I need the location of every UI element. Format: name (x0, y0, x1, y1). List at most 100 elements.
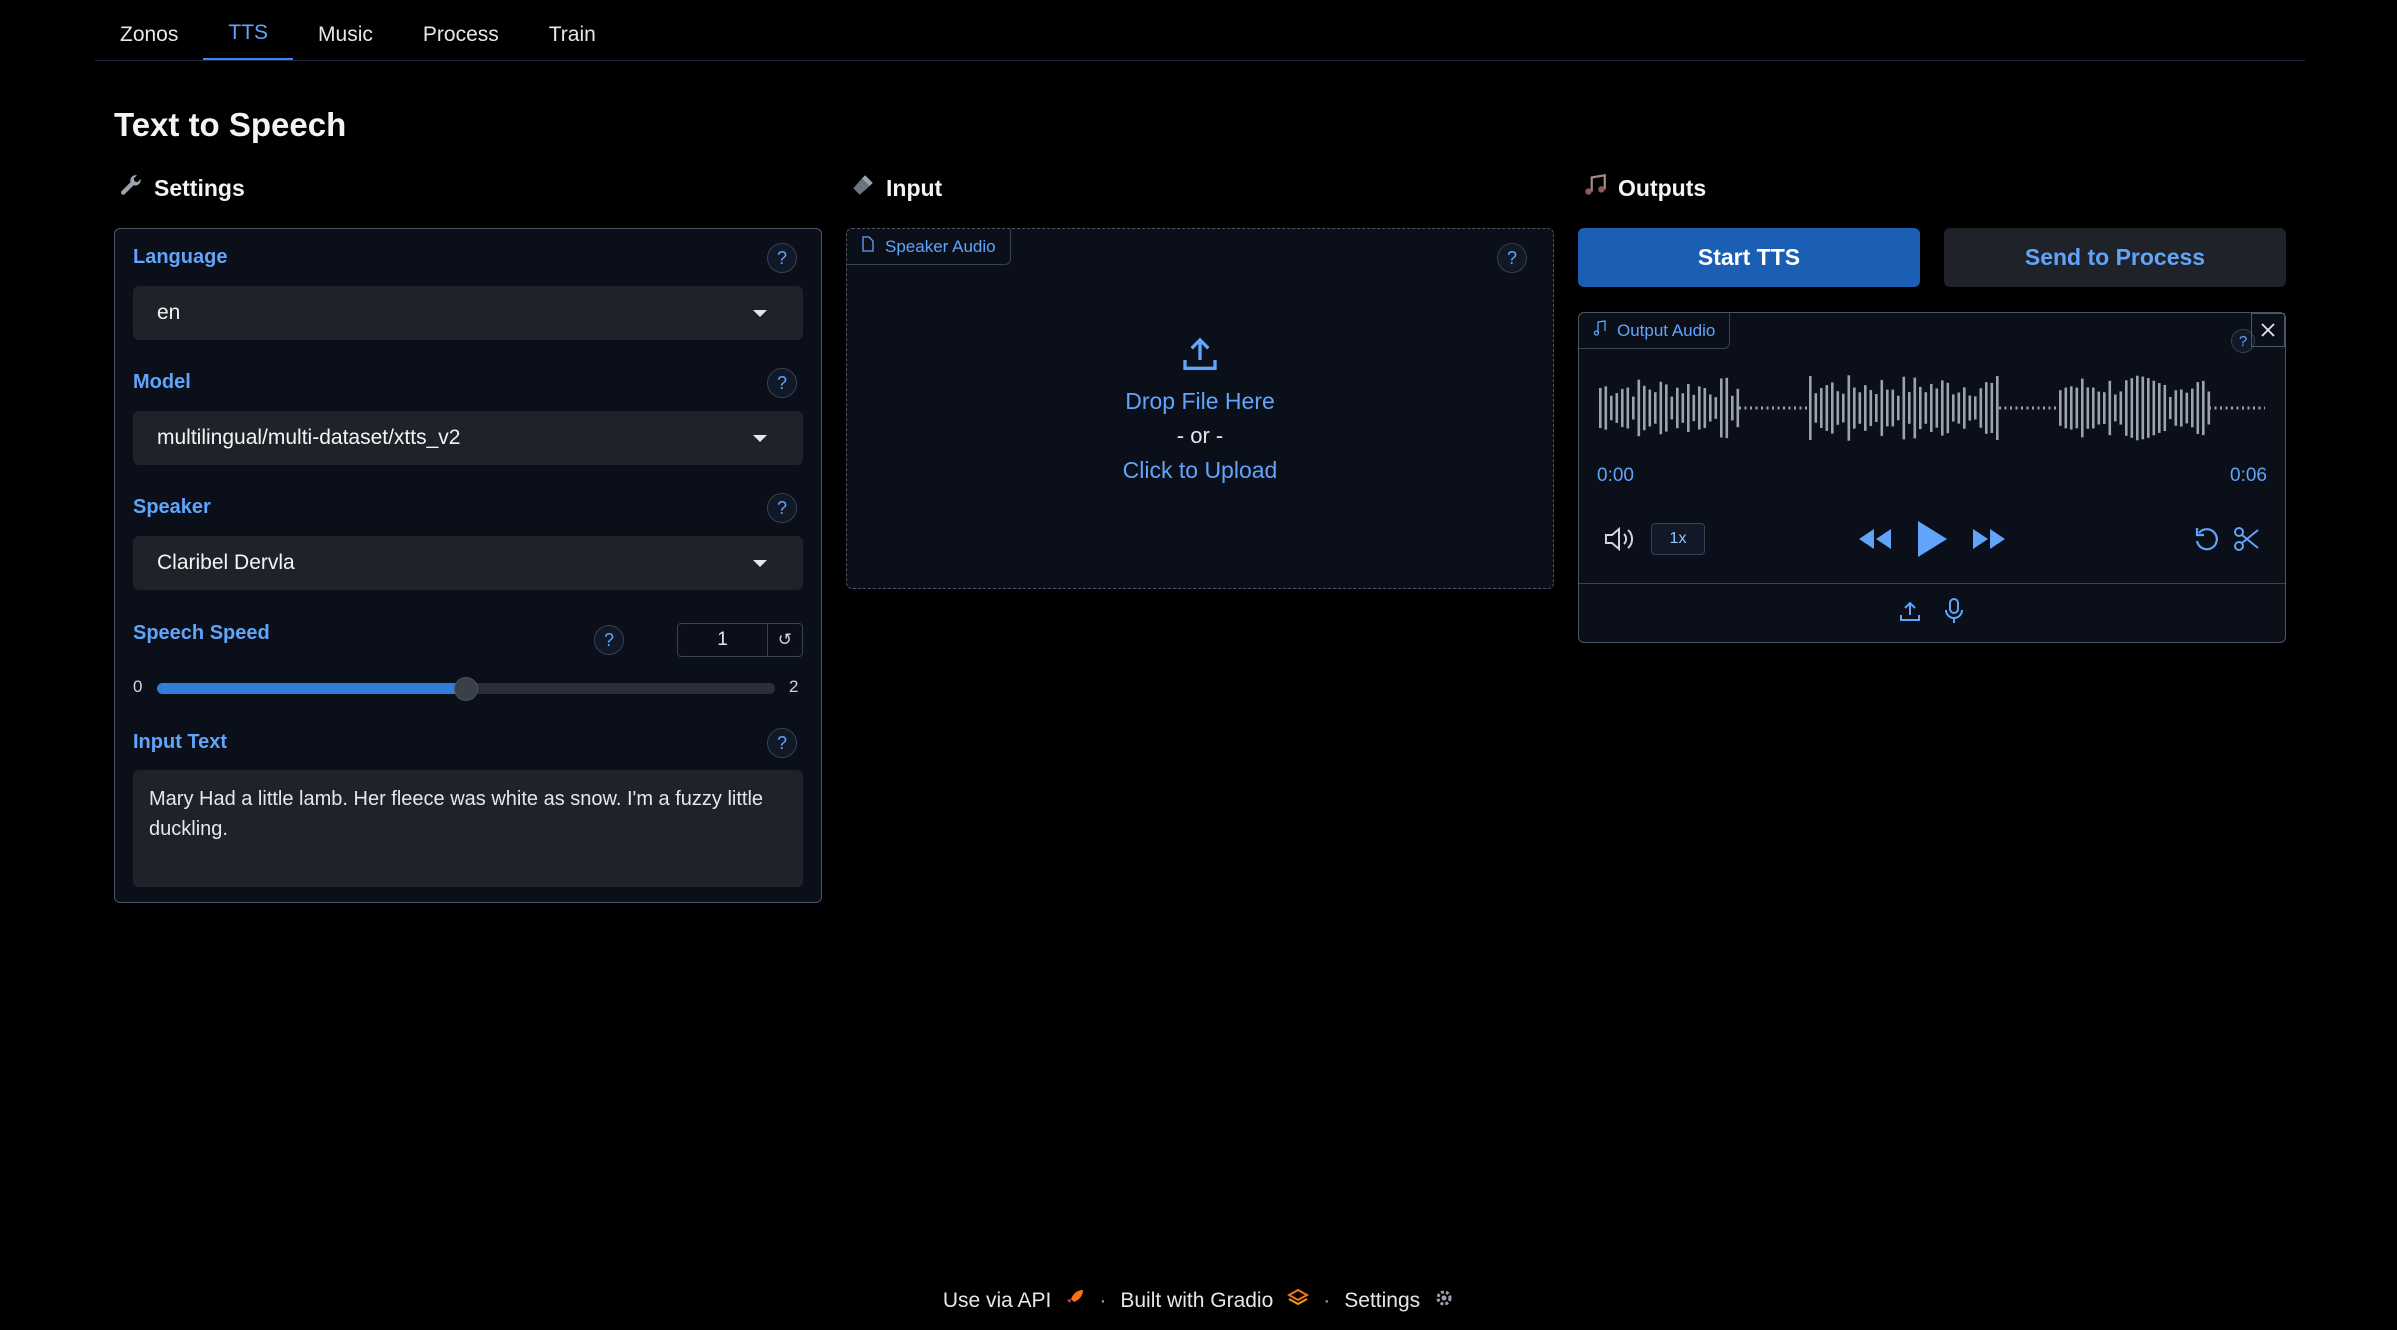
waveform-bar (1979, 388, 1983, 428)
music-note-icon (1593, 320, 1607, 341)
waveform-bar (1875, 394, 1878, 422)
start-tts-button[interactable]: Start TTS (1578, 228, 1920, 287)
waveform-bar (2125, 380, 2128, 436)
built-with-gradio-link[interactable]: Built with Gradio (1120, 1289, 1273, 1313)
slider-thumb[interactable] (454, 677, 478, 701)
tab-music[interactable]: Music (293, 0, 398, 60)
fast-forward-icon[interactable] (1971, 527, 2007, 551)
upload-icon[interactable] (1898, 599, 1922, 628)
speaker-audio-help-icon[interactable]: ? (1497, 243, 1527, 273)
input-text-area[interactable]: Mary Had a little lamb. Her fleece was w… (133, 770, 803, 887)
audio-waveform[interactable] (1599, 365, 2265, 451)
waveform-bar (1908, 392, 1911, 424)
waveform-bar (1725, 377, 1729, 439)
waveform-bar (1985, 382, 1988, 434)
waveform-bar (2021, 406, 2023, 410)
rewind-icon[interactable] (1857, 527, 1893, 551)
waveform-bar (1698, 386, 1701, 430)
speech-speed-help-icon[interactable]: ? (594, 625, 624, 655)
waveform-bar (2196, 382, 2200, 434)
volume-icon[interactable] (1603, 525, 1635, 553)
settings-link[interactable]: Settings (1344, 1289, 1420, 1313)
tab-tts[interactable]: TTS (203, 0, 294, 60)
waveform-bar (1755, 406, 1758, 410)
duration-time: 0:06 (2230, 465, 2267, 486)
language-help-icon[interactable]: ? (767, 243, 797, 273)
click-to-upload-link[interactable]: Click to Upload (1123, 457, 1278, 484)
waveform-bar (2253, 406, 2255, 410)
waveform-bar (1935, 388, 1939, 428)
waveform-bar (1788, 406, 1791, 410)
speech-speed-label: Speech Speed (133, 622, 270, 644)
waveform-bar (1676, 387, 1679, 429)
waveform-bar (2119, 391, 2123, 425)
language-value: en (157, 301, 181, 324)
waveform-bar (1687, 384, 1690, 432)
waveform-bar (1665, 384, 1668, 432)
use-via-api-link[interactable]: Use via API (943, 1289, 1052, 1313)
playback-rate-button[interactable]: 1x (1651, 523, 1705, 555)
waveform-bar (1820, 388, 1823, 428)
tab-process[interactable]: Process (398, 0, 524, 60)
waveform-bar (1847, 375, 1851, 441)
speech-speed-number-input[interactable]: 1 ↺ (677, 623, 803, 657)
speaker-value: Claribel Dervla (157, 551, 295, 574)
model-dropdown[interactable]: multilingual/multi-dataset/xtts_v2 (133, 411, 803, 465)
waveform-bar (1990, 382, 1994, 433)
waveform-bar (1869, 390, 1873, 426)
waveform-bar (1853, 387, 1856, 429)
waveform-bar (1648, 389, 1652, 427)
waveform-bar (1946, 382, 1950, 434)
waveform-bar (2147, 378, 2150, 438)
model-help-icon[interactable]: ? (767, 368, 797, 398)
waveform-bar (1766, 406, 1769, 410)
waveform-bar (2037, 406, 2040, 410)
gear-icon (1434, 1288, 1454, 1314)
speech-speed-slider[interactable] (157, 677, 775, 701)
speaker-dropdown[interactable]: Claribel Dervla (133, 536, 803, 590)
waveform-bar (1924, 392, 1928, 424)
waveform-bar (1615, 393, 1619, 423)
microphone-icon[interactable] (1942, 597, 1966, 630)
speaker-help-icon[interactable]: ? (767, 493, 797, 523)
footer-separator: · (1099, 1289, 1107, 1312)
tab-train[interactable]: Train (524, 0, 621, 60)
waveform-bar (1643, 385, 1646, 431)
waveform-bar (1996, 376, 1999, 440)
upload-drop-zone[interactable]: Drop File Here - or - Click to Upload (847, 335, 1553, 484)
outputs-title: Outputs (1618, 174, 1707, 201)
model-label: Model (133, 371, 191, 393)
waveform-bar (1736, 388, 1740, 428)
speaker-audio-label: Speaker Audio (885, 236, 996, 256)
waveform-bar (1720, 378, 1723, 438)
input-text-help-icon[interactable]: ? (767, 728, 797, 758)
waveform-bar (1750, 406, 1752, 410)
waveform-bar (2136, 375, 2139, 441)
language-dropdown[interactable]: en (133, 286, 803, 340)
waveform-bar (1941, 380, 1944, 436)
waveform-bar (1891, 389, 1895, 427)
waveform-bar (2103, 392, 2106, 424)
close-icon[interactable] (2251, 313, 2285, 347)
waveform-bar (2032, 406, 2034, 410)
waveform-bar (1626, 387, 1630, 429)
play-icon[interactable] (1915, 519, 1949, 559)
waveform-bar (1599, 387, 1602, 429)
input-text-label: Input Text (133, 731, 228, 753)
tab-zonos[interactable]: Zonos (95, 0, 203, 60)
waveform-bar (2064, 387, 2068, 429)
undo-icon[interactable] (2193, 525, 2221, 553)
send-to-process-button[interactable]: Send to Process (1944, 228, 2286, 287)
or-text: - or - (1176, 423, 1224, 448)
waveform-bar (2247, 406, 2250, 410)
waveform-bar (1794, 406, 1796, 410)
audio-source-bar (1579, 583, 2285, 643)
waveform-bar (2174, 390, 2178, 426)
speech-speed-value[interactable]: 1 (678, 624, 768, 656)
waveform-bar (2236, 406, 2239, 410)
scissors-icon[interactable] (2233, 525, 2261, 553)
speaker-audio-upload[interactable]: Speaker Audio ? Drop File Here - or - Cl… (846, 228, 1554, 589)
chevron-down-icon (753, 310, 767, 317)
chevron-down-icon (753, 435, 767, 442)
reset-icon[interactable]: ↺ (768, 624, 802, 656)
